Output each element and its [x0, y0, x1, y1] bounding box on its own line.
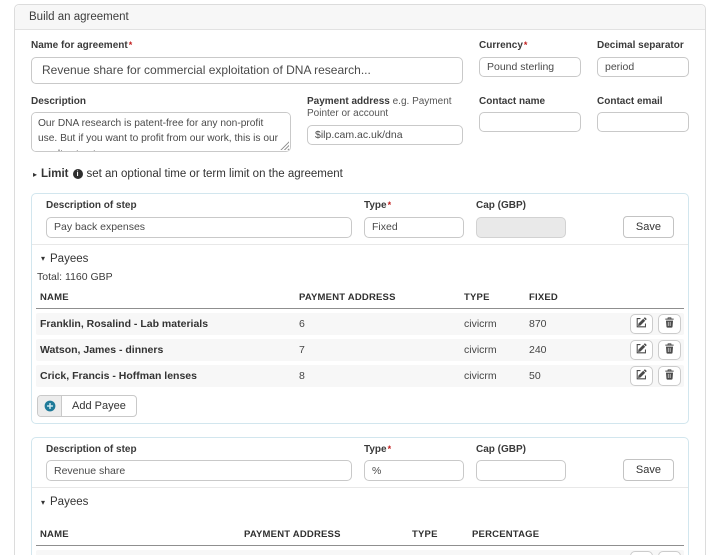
- currency-label: Currency*: [479, 40, 581, 53]
- column-header-payment-address: PAYMENT ADDRESS: [244, 529, 412, 540]
- step-cap-input: [476, 217, 566, 238]
- table-row: Watson, James - dinners 7 civicrm 240: [36, 339, 684, 361]
- required-asterisk: *: [388, 444, 392, 454]
- contact-name-input[interactable]: [479, 112, 581, 132]
- limit-toggle[interactable]: ▸ Limit i set an optional time or term l…: [33, 168, 689, 180]
- table-row: Franklin, Rosalind - Lab materials 6 civ…: [36, 313, 684, 335]
- step-type-label: Type*: [364, 444, 464, 457]
- payee-type: civicrm: [464, 344, 529, 356]
- currency-input[interactable]: [479, 57, 581, 77]
- pencil-icon: [636, 342, 647, 357]
- payee-name: Franklin, Rosalind - Lab materials: [36, 318, 299, 330]
- payees-label: Payees: [50, 253, 88, 265]
- step-description-label: Description of step: [46, 200, 352, 213]
- payment-address-input[interactable]: [307, 125, 463, 145]
- table-row: Crick, Francis - Hoffman lenses 8 civicr…: [36, 365, 684, 387]
- step-description-label: Description of step: [46, 444, 352, 457]
- limit-text: set an optional time or term limit on th…: [87, 168, 343, 180]
- chevron-down-icon: ▾: [41, 254, 45, 263]
- contact-name-label: Contact name: [479, 96, 581, 109]
- payee-name: Crick, Francis - Hoffman lenses: [36, 370, 299, 382]
- edit-payee-button[interactable]: [630, 314, 653, 334]
- chevron-down-icon: ▾: [41, 498, 45, 507]
- trash-icon: [665, 368, 674, 383]
- panel-title: Build an agreement: [15, 5, 705, 30]
- pencil-icon: [636, 316, 647, 331]
- payees-table-body: Franklin, Rosalind - Lab materials 6 civ…: [36, 313, 684, 387]
- plus-circle-icon: [38, 396, 62, 416]
- column-header-payment-address: PAYMENT ADDRESS: [299, 292, 464, 303]
- decimal-separator-input[interactable]: [597, 57, 689, 77]
- delete-payee-button[interactable]: [658, 366, 681, 386]
- step-card-1: Description of step Type* Cap (GBP) Save: [31, 193, 689, 424]
- column-header-amount: PERCENTAGE: [472, 529, 626, 540]
- payee-payment-address: 6: [299, 318, 464, 330]
- save-step-button[interactable]: Save: [623, 459, 674, 481]
- contact-email-input[interactable]: [597, 112, 689, 132]
- step-description-input[interactable]: [46, 217, 352, 238]
- name-for-agreement-label: Name for agreement*: [31, 40, 463, 53]
- step-type-input[interactable]: [364, 460, 464, 481]
- edit-payee-button[interactable]: [630, 366, 653, 386]
- description-textarea[interactable]: Our DNA research is patent-free for any …: [31, 112, 291, 152]
- column-header-type: TYPE: [412, 529, 472, 540]
- payees-table-header: NAME PAYMENT ADDRESS TYPE FIXED: [36, 289, 684, 309]
- payee-amount: 50: [529, 370, 626, 382]
- table-row: World Health Organisation 10 civicrm 90: [36, 550, 684, 555]
- step-cap-label: Cap (GBP): [476, 200, 566, 213]
- panel-body: Name for agreement* Currency* Decimal se…: [15, 30, 705, 555]
- step-type-input[interactable]: [364, 217, 464, 238]
- delete-payee-button[interactable]: [658, 340, 681, 360]
- step-cap-label: Cap (GBP): [476, 444, 566, 457]
- edit-payee-button[interactable]: [630, 340, 653, 360]
- payee-payment-address: 7: [299, 344, 464, 356]
- required-asterisk: *: [388, 200, 392, 210]
- step-type-label: Type*: [364, 200, 464, 213]
- agreement-name-input[interactable]: [31, 57, 463, 84]
- step-card-2: Description of step Type* Cap (GBP) Save: [31, 437, 689, 555]
- step-description-input[interactable]: [46, 460, 352, 481]
- payees-table-header: NAME PAYMENT ADDRESS TYPE PERCENTAGE: [36, 526, 684, 546]
- payee-amount: 240: [529, 344, 626, 356]
- contact-email-label: Contact email: [597, 96, 689, 109]
- payee-type: civicrm: [464, 318, 529, 330]
- trash-icon: [665, 342, 674, 357]
- required-asterisk: *: [129, 40, 133, 50]
- step-cap-input[interactable]: [476, 460, 566, 481]
- description-label: Description: [31, 96, 291, 109]
- delete-payee-button[interactable]: [658, 314, 681, 334]
- payee-payment-address: 8: [299, 370, 464, 382]
- column-header-name: NAME: [36, 292, 299, 303]
- payee-amount: 870: [529, 318, 626, 330]
- decimal-separator-label: Decimal separator: [597, 40, 689, 53]
- chevron-right-icon: ▸: [33, 170, 37, 179]
- column-header-amount: FIXED: [529, 292, 626, 303]
- column-header-name: NAME: [36, 529, 244, 540]
- delete-payee-button[interactable]: [658, 551, 681, 555]
- save-step-button[interactable]: Save: [623, 216, 674, 238]
- required-asterisk: *: [524, 40, 528, 50]
- info-icon: i: [73, 169, 83, 179]
- payee-type: civicrm: [464, 370, 529, 382]
- payees-total: Total: 1160 GBP: [37, 271, 684, 283]
- pencil-icon: [636, 368, 647, 383]
- add-payee-label: Add Payee: [62, 396, 136, 416]
- payee-name: Watson, James - dinners: [36, 344, 299, 356]
- trash-icon: [665, 316, 674, 331]
- limit-label: Limit: [41, 168, 68, 180]
- agreement-form: Name for agreement* Currency* Decimal se…: [31, 40, 689, 152]
- payees-table-body: World Health Organisation 10 civicrm 90 …: [36, 550, 684, 555]
- payment-address-label: Payment address e.g. Payment Pointer or …: [307, 96, 463, 121]
- agreement-panel: Build an agreement Name for agreement* C…: [14, 4, 706, 555]
- column-header-type: TYPE: [464, 292, 529, 303]
- payees-toggle[interactable]: ▾ Payees: [36, 496, 684, 508]
- add-payee-button[interactable]: Add Payee: [37, 395, 137, 417]
- payees-label: Payees: [50, 496, 88, 508]
- edit-payee-button[interactable]: [630, 551, 653, 555]
- payees-toggle[interactable]: ▾ Payees: [36, 253, 684, 265]
